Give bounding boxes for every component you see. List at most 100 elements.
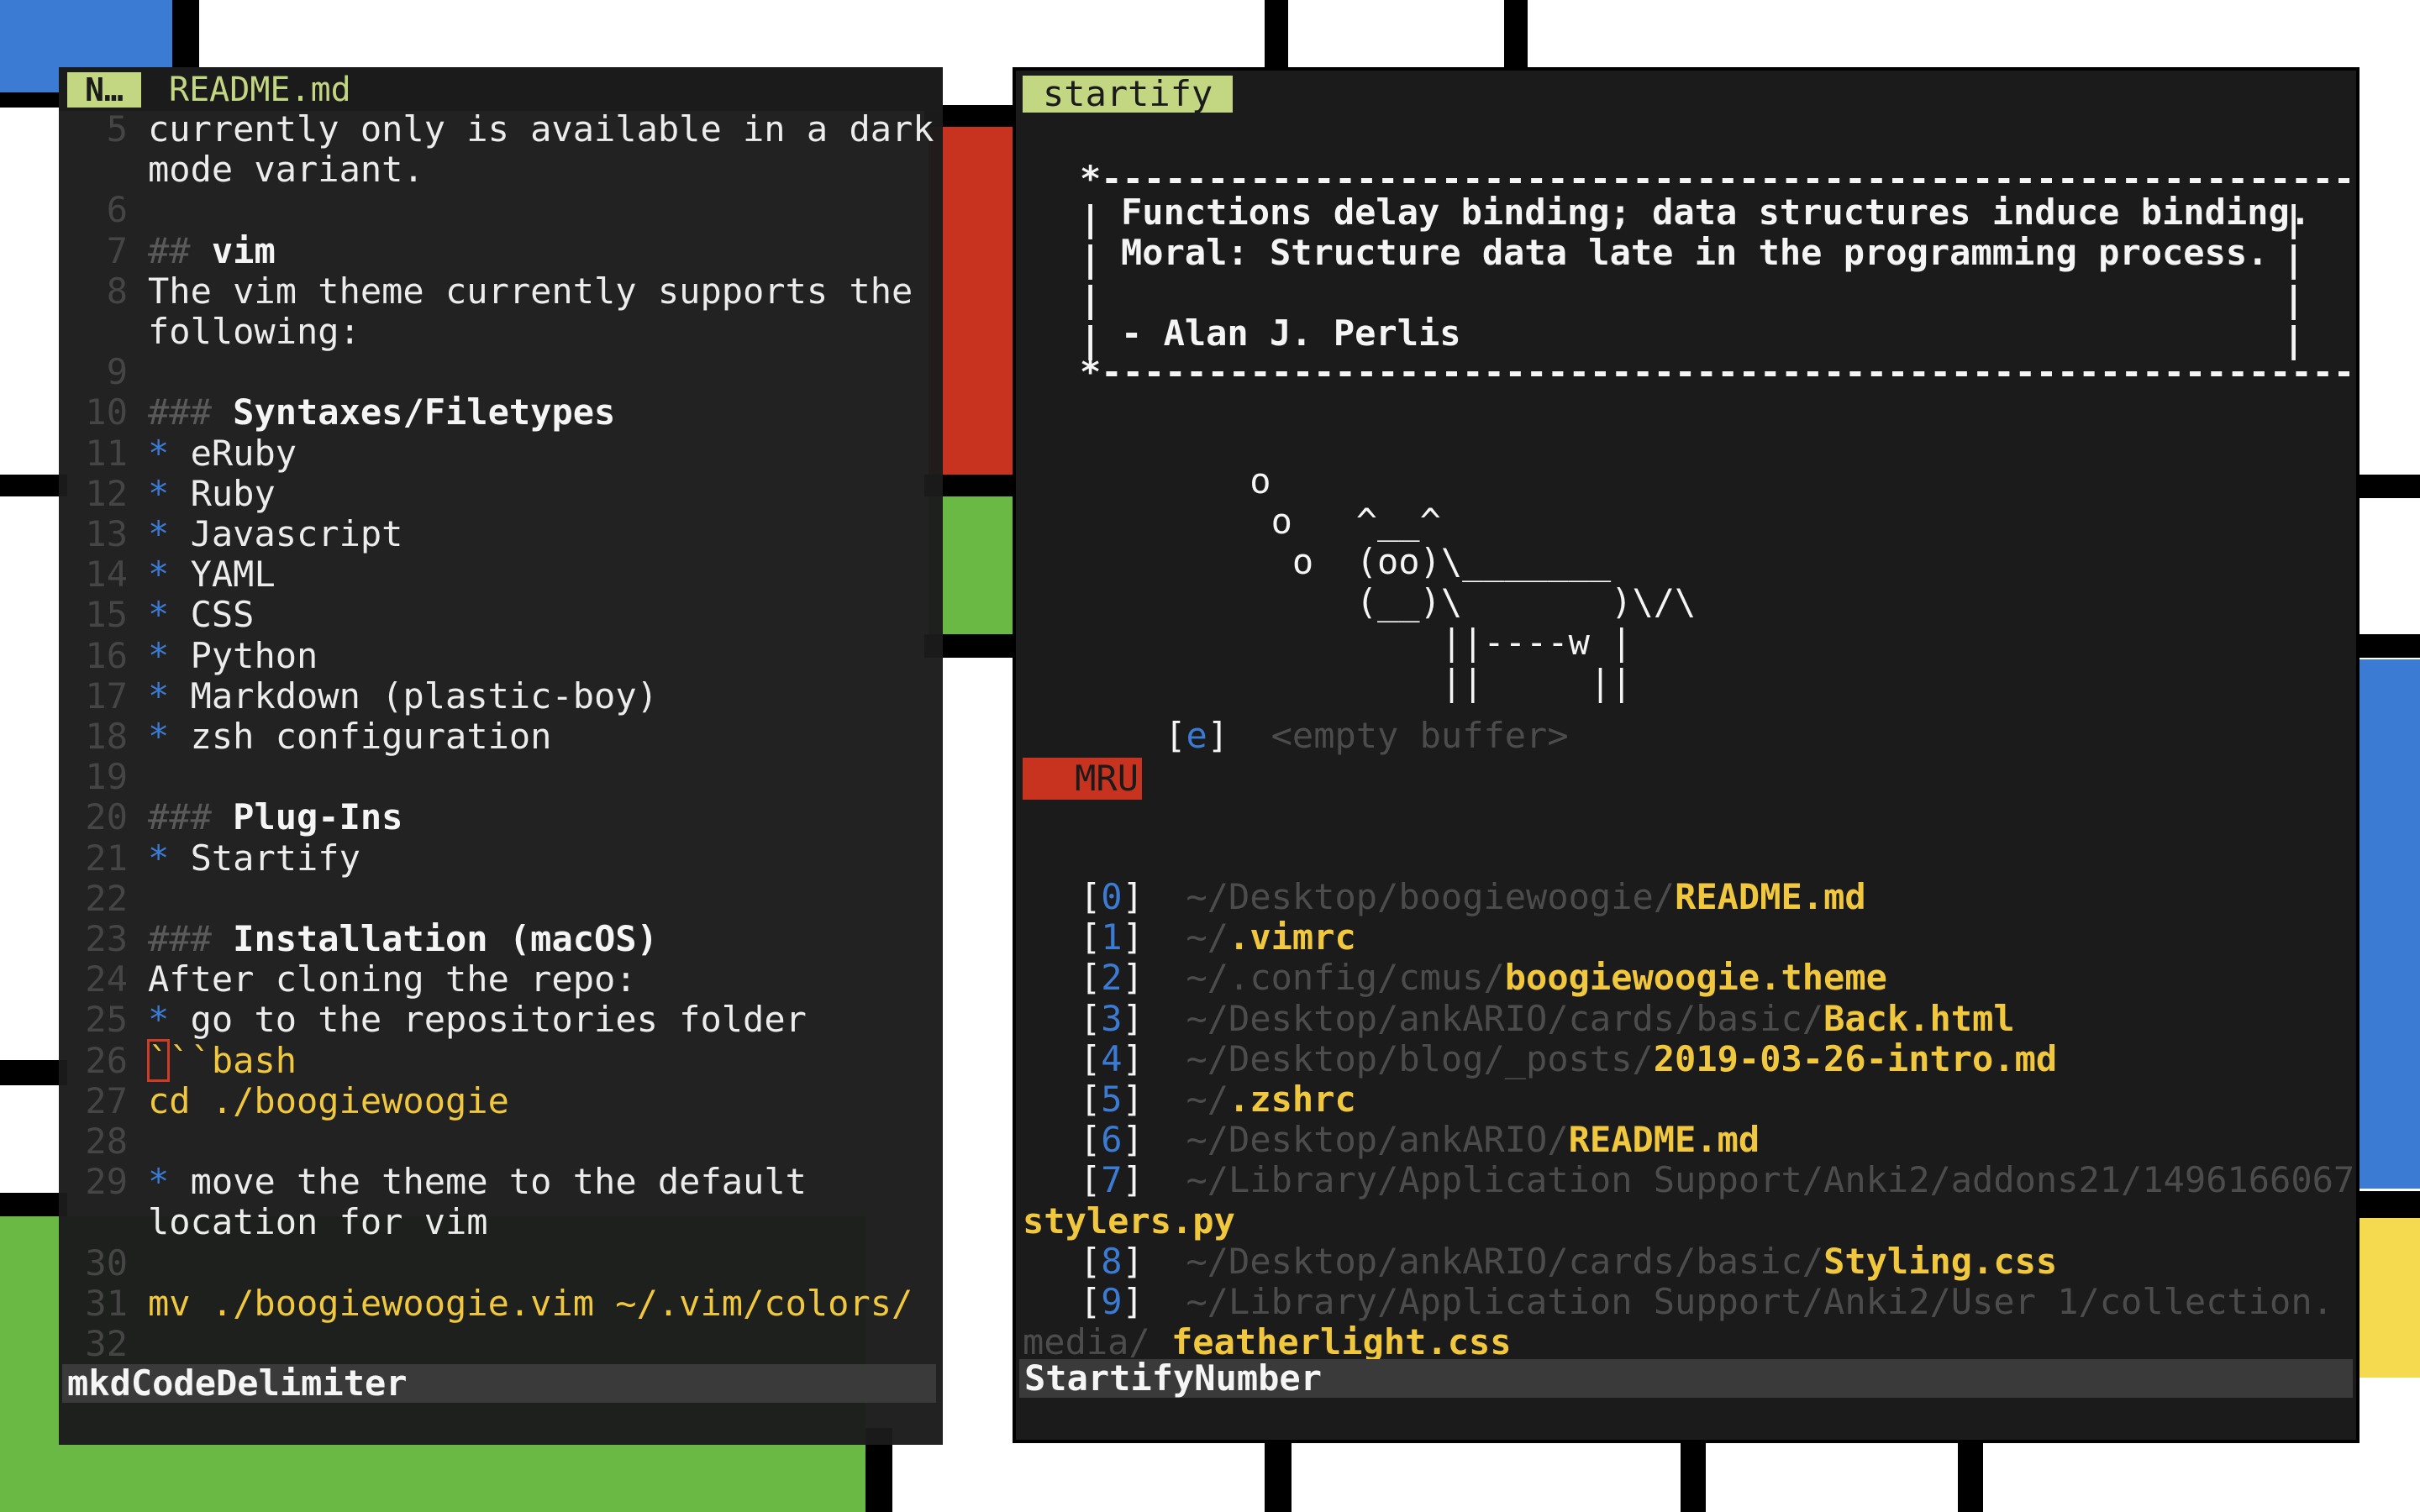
mru-filename: .zshrc bbox=[1228, 1079, 1356, 1120]
mru-item[interactable]: [0] ~/Desktop/boogiewoogie/README.md bbox=[1080, 877, 1866, 917]
buffer-line[interactable]: 23 ### Installation (macOS) bbox=[59, 919, 933, 959]
buffer-line[interactable]: 30 bbox=[59, 1242, 933, 1284]
line-text: * zsh configuration bbox=[148, 717, 551, 757]
line-number: 20 bbox=[85, 796, 128, 838]
buffer-line[interactable]: 8 The vim theme currently supports the bbox=[59, 270, 933, 312]
editor-window-readme[interactable]: N… README.md 5 currently only is availabl… bbox=[59, 67, 943, 1445]
buffer-line[interactable]: 20 ### Plug-Ins bbox=[59, 797, 933, 837]
buffer-line[interactable]: 15 * CSS bbox=[59, 595, 933, 635]
mru-path-cont: media/ bbox=[1023, 1321, 1150, 1363]
grid-line bbox=[0, 475, 67, 496]
buffer-line[interactable]: 17 * Markdown (plastic-boy) bbox=[59, 675, 933, 717]
buffer-line[interactable]: 14 * YAML bbox=[59, 554, 933, 595]
quote-author: - Alan J. Perlis bbox=[1121, 312, 1461, 354]
line-text: The vim theme currently supports the bbox=[148, 270, 913, 312]
line-text: ### Plug-Ins bbox=[148, 797, 402, 837]
mru-item[interactable]: [8] ~/Desktop/ankARIO/cards/basic/Stylin… bbox=[1080, 1240, 2058, 1282]
buffer-line[interactable]: 11 * eRuby bbox=[59, 433, 933, 474]
empty-buffer-entry[interactable]: [e] <empty buffer> bbox=[1080, 675, 1568, 796]
line-number: 16 bbox=[85, 634, 128, 676]
buffer-line[interactable]: 21 * Startify bbox=[59, 837, 933, 879]
mru-item[interactable]: [9] ~/Library/Application Support/Anki2/… bbox=[1080, 1282, 2333, 1322]
buffer-line[interactable]: 29 * move the theme to the default bbox=[59, 1162, 933, 1202]
bracket: [ bbox=[1080, 957, 1102, 999]
tab-mode-indicator[interactable]: N… bbox=[67, 72, 141, 108]
buffer-line[interactable]: 28 bbox=[59, 1121, 933, 1162]
bracket: ] bbox=[1122, 1119, 1144, 1161]
grid-line bbox=[2353, 475, 2420, 498]
heading-marker: ## bbox=[148, 229, 191, 271]
buffer-line[interactable]: 24 After cloning the repo: bbox=[59, 959, 933, 1000]
grid-line bbox=[0, 1060, 67, 1085]
buffer-line[interactable]: 26 ```bash bbox=[59, 1038, 933, 1082]
mru-item[interactable]: [1] ~/.vimrc bbox=[1080, 917, 1356, 958]
line-number: 18 bbox=[85, 716, 128, 757]
line-number: 31 bbox=[85, 1282, 128, 1324]
line-number: 32 bbox=[85, 1323, 128, 1364]
buffer-line[interactable]: 10 ### Syntaxes/Filetypes bbox=[59, 392, 933, 433]
line-text: * Javascript bbox=[148, 514, 402, 554]
bullet-text: eRuby bbox=[190, 432, 297, 474]
bullet-marker: * bbox=[148, 675, 170, 717]
tab-filename[interactable]: README.md bbox=[169, 72, 351, 108]
buffer-line[interactable]: 25 * go to the repositories folder bbox=[59, 1000, 933, 1040]
buffer-line[interactable]: mode variant. bbox=[59, 150, 933, 190]
tab-startify[interactable]: startify bbox=[1023, 76, 1234, 113]
mru-path: ~/.config/cmus/ bbox=[1186, 957, 1505, 999]
editor-window-startify[interactable]: startify *------------------------------… bbox=[1013, 67, 2360, 1443]
buffer-line[interactable]: location for vim bbox=[59, 1202, 933, 1242]
mru-filename: Styling.css bbox=[1823, 1240, 2058, 1282]
mru-index: 5 bbox=[1101, 1079, 1123, 1120]
mru-index: 1 bbox=[1101, 916, 1123, 958]
buffer-line[interactable]: 12 * Ruby bbox=[59, 473, 933, 514]
buffer-line[interactable]: 7 ## vim bbox=[59, 229, 933, 271]
line-number: 7 bbox=[106, 229, 128, 271]
mru-index: 3 bbox=[1101, 997, 1123, 1039]
bullet-marker: * bbox=[148, 716, 170, 757]
buffer-line[interactable]: 9 bbox=[59, 352, 933, 392]
buffer-line[interactable]: 19 bbox=[59, 757, 933, 797]
bullet-marker: * bbox=[148, 1161, 170, 1203]
bracket: [ bbox=[1080, 997, 1102, 1039]
bracket: ] bbox=[1122, 1037, 1144, 1079]
mru-item[interactable]: [6] ~/Desktop/ankARIO/README.md bbox=[1080, 1120, 1760, 1160]
mru-filename: .vimrc bbox=[1228, 916, 1356, 958]
mru-index: 9 bbox=[1101, 1281, 1123, 1322]
buffer-line[interactable]: 32 bbox=[59, 1324, 933, 1364]
buffer-line[interactable]: 31 mv ./boogiewoogie.vim ~/.vim/colors/ bbox=[59, 1282, 933, 1324]
heading-marker: ### bbox=[148, 796, 212, 838]
line-number: 29 bbox=[85, 1161, 128, 1203]
mru-path: ~/Desktop/ankARIO/cards/basic/ bbox=[1186, 1240, 1824, 1282]
mru-item[interactable]: [3] ~/Desktop/ankARIO/cards/basic/Back.h… bbox=[1080, 997, 2015, 1039]
quote-side: | bbox=[1080, 279, 1102, 320]
line-number: 27 bbox=[85, 1079, 128, 1121]
buffer-line[interactable]: following: bbox=[59, 312, 933, 352]
mru-item[interactable]: [4] ~/Desktop/blog/_posts/2019-03-26-int… bbox=[1080, 1037, 2057, 1079]
grid-line bbox=[2353, 634, 2420, 658]
bullet-marker: * bbox=[148, 432, 170, 474]
heading-text: Syntaxes/Filetypes bbox=[233, 391, 616, 433]
mru-path: ~/Desktop/blog/_posts/ bbox=[1186, 1037, 1654, 1079]
mru-item[interactable]: [7] ~/Library/Application Support/Anki2/… bbox=[1080, 1160, 2356, 1200]
line-text: After cloning the repo: bbox=[148, 958, 637, 1000]
buffer-line[interactable]: 27 cd ./boogiewoogie bbox=[59, 1079, 933, 1121]
buffer-line[interactable]: 13 * Javascript bbox=[59, 514, 933, 554]
line-number: 28 bbox=[85, 1121, 128, 1162]
mru-item[interactable]: [5] ~/.zshrc bbox=[1080, 1079, 1356, 1120]
line-text: mode variant. bbox=[148, 149, 424, 191]
buffer-line[interactable]: 22 bbox=[59, 878, 933, 919]
mru-item[interactable]: [2] ~/.config/cmus/boogiewoogie.theme bbox=[1080, 958, 1887, 998]
bracket: ] bbox=[1207, 715, 1229, 756]
mru-path: ~/Desktop/ankARIO/cards/basic/ bbox=[1186, 997, 1824, 1039]
buffer-line[interactable]: 5 currently only is available in a dark bbox=[59, 109, 934, 150]
bracket: ] bbox=[1122, 876, 1144, 917]
buffer-line[interactable]: 16 * Python bbox=[59, 634, 933, 676]
buffer-line[interactable]: 6 bbox=[59, 190, 933, 230]
bg-yellow-right bbox=[2353, 1218, 2420, 1378]
mru-item-wrap[interactable]: stylers.py bbox=[1023, 1200, 1235, 1242]
line-number: 17 bbox=[85, 675, 128, 717]
cursor: ` bbox=[146, 1038, 171, 1082]
buffer-line[interactable]: 18 * zsh configuration bbox=[59, 717, 933, 757]
mru-item-wrap[interactable]: media/_featherlight.css bbox=[1023, 1322, 1512, 1362]
bullet-text: Markdown (plastic-boy) bbox=[190, 675, 658, 717]
